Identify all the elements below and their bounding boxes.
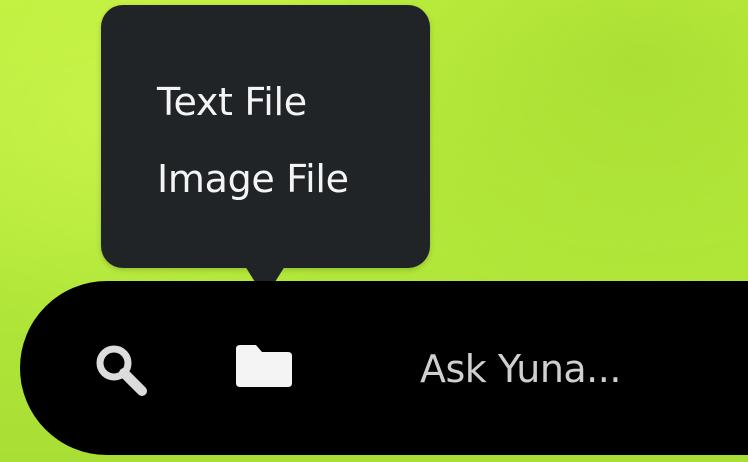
attachment-popup-menu: Text File Image File <box>101 5 430 268</box>
search-icon <box>96 345 147 396</box>
folder-button[interactable] <box>230 339 298 397</box>
menu-item-text-file[interactable]: Text File <box>157 79 307 125</box>
folder-icon <box>236 345 292 387</box>
search-button[interactable] <box>90 339 152 401</box>
ask-input[interactable] <box>420 341 740 397</box>
menu-item-image-file[interactable]: Image File <box>157 156 349 202</box>
chat-input-bar <box>20 281 748 455</box>
